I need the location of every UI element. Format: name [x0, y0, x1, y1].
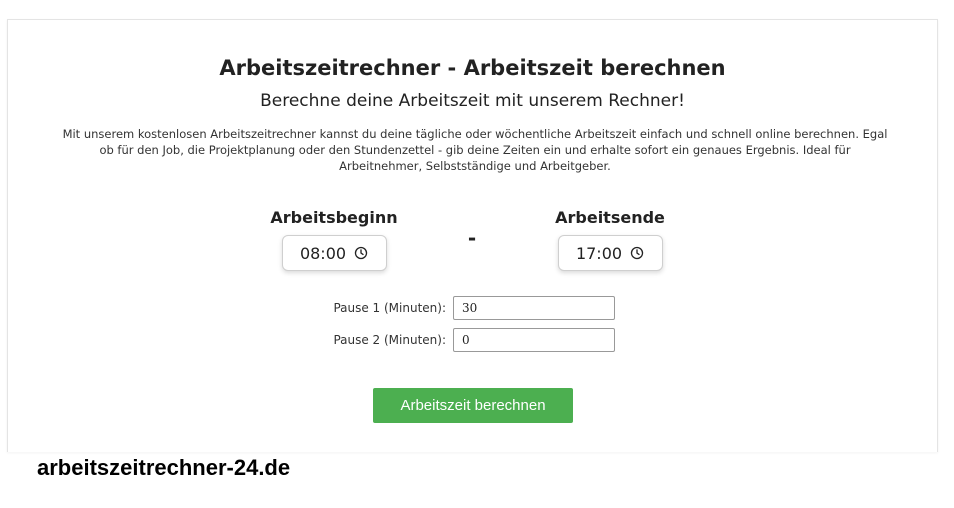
start-time-value: 08:00 — [299, 243, 347, 263]
site-domain: arbeitszeitrechner-24.de — [37, 455, 291, 480]
clock-icon[interactable] — [630, 246, 644, 260]
pause-1-input[interactable]: 30 — [453, 296, 615, 320]
clock-icon[interactable] — [354, 246, 368, 260]
pause-2-input[interactable]: 0 — [453, 328, 615, 352]
description-text: Mit unserem kostenlosen Arbeitszeitrechn… — [62, 127, 888, 173]
end-time-label: Arbeitsende — [555, 208, 665, 227]
end-time-input[interactable]: 17:00 — [557, 235, 663, 271]
start-time-input[interactable]: 08:00 — [281, 235, 387, 271]
page: Arbeitszeitrechner - Arbeitszeit berechn… — [0, 0, 954, 508]
start-time-label: Arbeitsbeginn — [270, 208, 398, 227]
end-time-group: Arbeitsende 17:00 — [520, 208, 700, 271]
time-separator: - — [467, 226, 477, 250]
start-time-group: Arbeitsbeginn 08:00 — [244, 208, 424, 271]
page-title: Arbeitszeitrechner - Arbeitszeit berechn… — [219, 56, 726, 80]
calculator-card: Arbeitszeitrechner - Arbeitszeit berechn… — [7, 19, 938, 452]
pause-2-label: Pause 2 (Minuten): — [333, 333, 446, 347]
end-time-value: 17:00 — [575, 243, 623, 263]
pause-2-row: Pause 2 (Minuten): 0 — [318, 328, 615, 352]
pause-1-row: Pause 1 (Minuten): 30 — [318, 296, 615, 320]
pause-1-label: Pause 1 (Minuten): — [333, 301, 446, 315]
page-subtitle: Berechne deine Arbeitszeit mit unserem R… — [260, 91, 685, 111]
calculate-button[interactable]: Arbeitszeit berechnen — [373, 388, 573, 423]
